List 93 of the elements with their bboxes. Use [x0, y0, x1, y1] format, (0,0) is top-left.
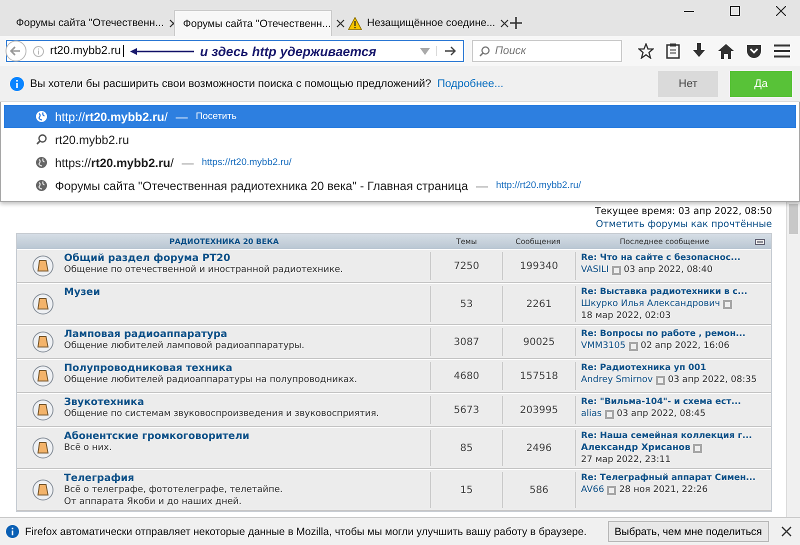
suggestion-item[interactable]: http://rt20.mybb2.ru/ — Посетить	[4, 105, 796, 128]
post-date: 27 мар 2022, 23:11	[581, 454, 671, 466]
go-arrow-icon[interactable]	[436, 46, 457, 56]
forum-icon	[32, 437, 54, 459]
home-icon[interactable]	[718, 44, 734, 58]
post-date: 18 мар 2022, 02:03	[581, 310, 671, 322]
forum-description: Общение любителей радиоаппаратуры на полупроводниках.	[64, 375, 358, 386]
last-post-link[interactable]: Re: Наша семейная коллекция г...	[581, 430, 752, 442]
forum-description: Общение любителей ламповой радиоаппаратуры.	[64, 341, 304, 352]
post-count: 199340	[503, 252, 576, 280]
url-text: rt20.mybb2.ru	[50, 45, 124, 57]
post-count: 2496	[503, 430, 576, 466]
maximize-icon[interactable]	[730, 6, 740, 16]
topic-count: 5673	[431, 396, 503, 424]
topic-count: 4680	[431, 362, 503, 390]
forum-link[interactable]: Ламповая радиоаппаратура	[64, 328, 228, 341]
author-link[interactable]: alias	[581, 408, 602, 420]
choose-button[interactable]: Выбрать, чем мне поделиться	[608, 521, 769, 542]
current-time: Текущее время: 03 апр 2022, 08:50	[594, 205, 772, 218]
post-date: 03 апр 2022, 08:40	[624, 264, 713, 276]
arrow-icon	[130, 46, 194, 56]
author-link[interactable]: VASILI	[581, 264, 609, 276]
post-date: 03 апр 2022, 08:45	[616, 408, 706, 420]
author-link[interactable]: Andrey Smirnov	[581, 374, 653, 386]
status-text: Firefox автоматически отправляет некоторые данные в Mozilla, чтобы мы могли улучшить вашу работу в браузере.	[25, 526, 587, 538]
notification-text: Вы хотели бы расширить свои возможности поиска с помощью предложений?	[30, 78, 432, 90]
forum-icon	[32, 479, 54, 501]
post-date: 03 апр 2022, 08:35	[668, 374, 757, 386]
suggestion-item[interactable]: rt20.mybb2.ru	[4, 128, 796, 151]
last-post-link[interactable]: Re: Телеграфный аппарат Симен...	[581, 472, 756, 484]
forum-description: Всё о них.	[64, 443, 112, 454]
topic-count: 7250	[431, 252, 503, 280]
mark-read-link[interactable]: Отметить форумы как прочтённые	[596, 218, 772, 231]
search-field[interactable]: Поиск	[472, 40, 622, 62]
forum-link[interactable]: Телеграфия	[64, 472, 134, 485]
forum-link[interactable]: Звукотехника	[64, 396, 144, 409]
browser-tab[interactable]: Незащищённое соедине...	[340, 10, 498, 36]
last-post-link[interactable]: Re: Вопросы по работе , ремон...	[581, 328, 746, 340]
pocket-icon[interactable]	[746, 44, 762, 58]
post-count: 586	[503, 472, 576, 508]
info-icon	[6, 525, 19, 538]
annotation-text: и здесь http удерживается	[200, 44, 376, 58]
forum-description: Всё о телеграфе, фототелеграфе, телетайпе.	[64, 485, 283, 496]
collapse-icon[interactable]	[755, 238, 765, 244]
last-post-link[interactable]: Re: "Вильма-104"- и схема ест...	[581, 396, 742, 408]
topic-count: 15	[431, 472, 503, 508]
forum-icon	[32, 365, 54, 387]
topic-count: 53	[431, 286, 503, 322]
forum-link[interactable]: Музеи	[64, 286, 100, 299]
post-date: 28 ноя 2021, 22:26	[619, 484, 708, 496]
star-icon[interactable]	[638, 43, 654, 59]
post-date: 02 апр 2022, 16:06	[640, 340, 730, 352]
forum-icon	[32, 399, 54, 421]
warning-icon	[348, 16, 362, 30]
author-link[interactable]: AV66	[581, 484, 604, 496]
globe-icon	[36, 157, 47, 168]
clipboard-icon[interactable]	[666, 43, 680, 59]
back-icon[interactable]	[5, 40, 27, 62]
post-count: 90025	[503, 328, 576, 356]
info-icon	[10, 76, 24, 90]
no-button[interactable]: Нет	[658, 70, 718, 96]
forum-icon	[32, 293, 54, 315]
post-count: 157518	[503, 362, 576, 390]
author-link[interactable]: Шкурко Илья Александрович	[581, 298, 720, 310]
author-link[interactable]: Александр Хрисанов	[581, 442, 690, 454]
search-icon	[36, 134, 47, 145]
address-bar[interactable]: rt20.mybb2.ru и здесь http удерживается	[6, 40, 464, 62]
author-link[interactable]: VMM3105	[581, 340, 626, 352]
last-post-link[interactable]: Re: Радиотехника уп 001	[581, 362, 706, 374]
post-count: 203995	[503, 396, 576, 424]
forum-link[interactable]: Полупроводниковая техника	[64, 362, 232, 375]
scrollbar[interactable]	[786, 202, 800, 517]
suggestion-item[interactable]: https://rt20.mybb2.ru/ — https://rt20.mybb2.ru/	[4, 151, 796, 174]
search-icon	[479, 46, 490, 56]
download-icon[interactable]	[692, 43, 706, 59]
post-count: 2261	[503, 286, 576, 322]
forum-link[interactable]: Общий раздел форума РТ20	[64, 252, 230, 265]
forum-link[interactable]: Абонентские громкоговорители	[64, 430, 250, 443]
more-link[interactable]: Подробнее...	[437, 78, 504, 90]
globe-icon	[36, 180, 47, 191]
globe-icon	[36, 111, 47, 122]
menu-icon[interactable]	[774, 44, 790, 58]
last-post-link[interactable]: Re: Что на сайте с безопаснос...	[581, 252, 741, 264]
forum-icon	[32, 331, 54, 353]
topic-count: 3087	[431, 328, 503, 356]
forum-description: От аппарата Якоби и до наших дней.	[64, 496, 242, 508]
forum-description: Общение по отечественной и иностранной радиотехнике.	[64, 265, 344, 276]
suggestion-item[interactable]: Форумы сайта "Отечественная радиотехника 20 века" - Главная страница — http://rt20.mybb2.ru/	[4, 174, 796, 197]
new-tab-icon[interactable]	[510, 17, 522, 29]
forum-icon	[32, 255, 54, 277]
topic-count: 85	[431, 430, 503, 466]
last-post-link[interactable]: Re: Выставка радиотехники в с...	[581, 286, 748, 298]
forum-description: Общение по системам звуковоспроизведения и звуковосприятия.	[64, 409, 380, 420]
